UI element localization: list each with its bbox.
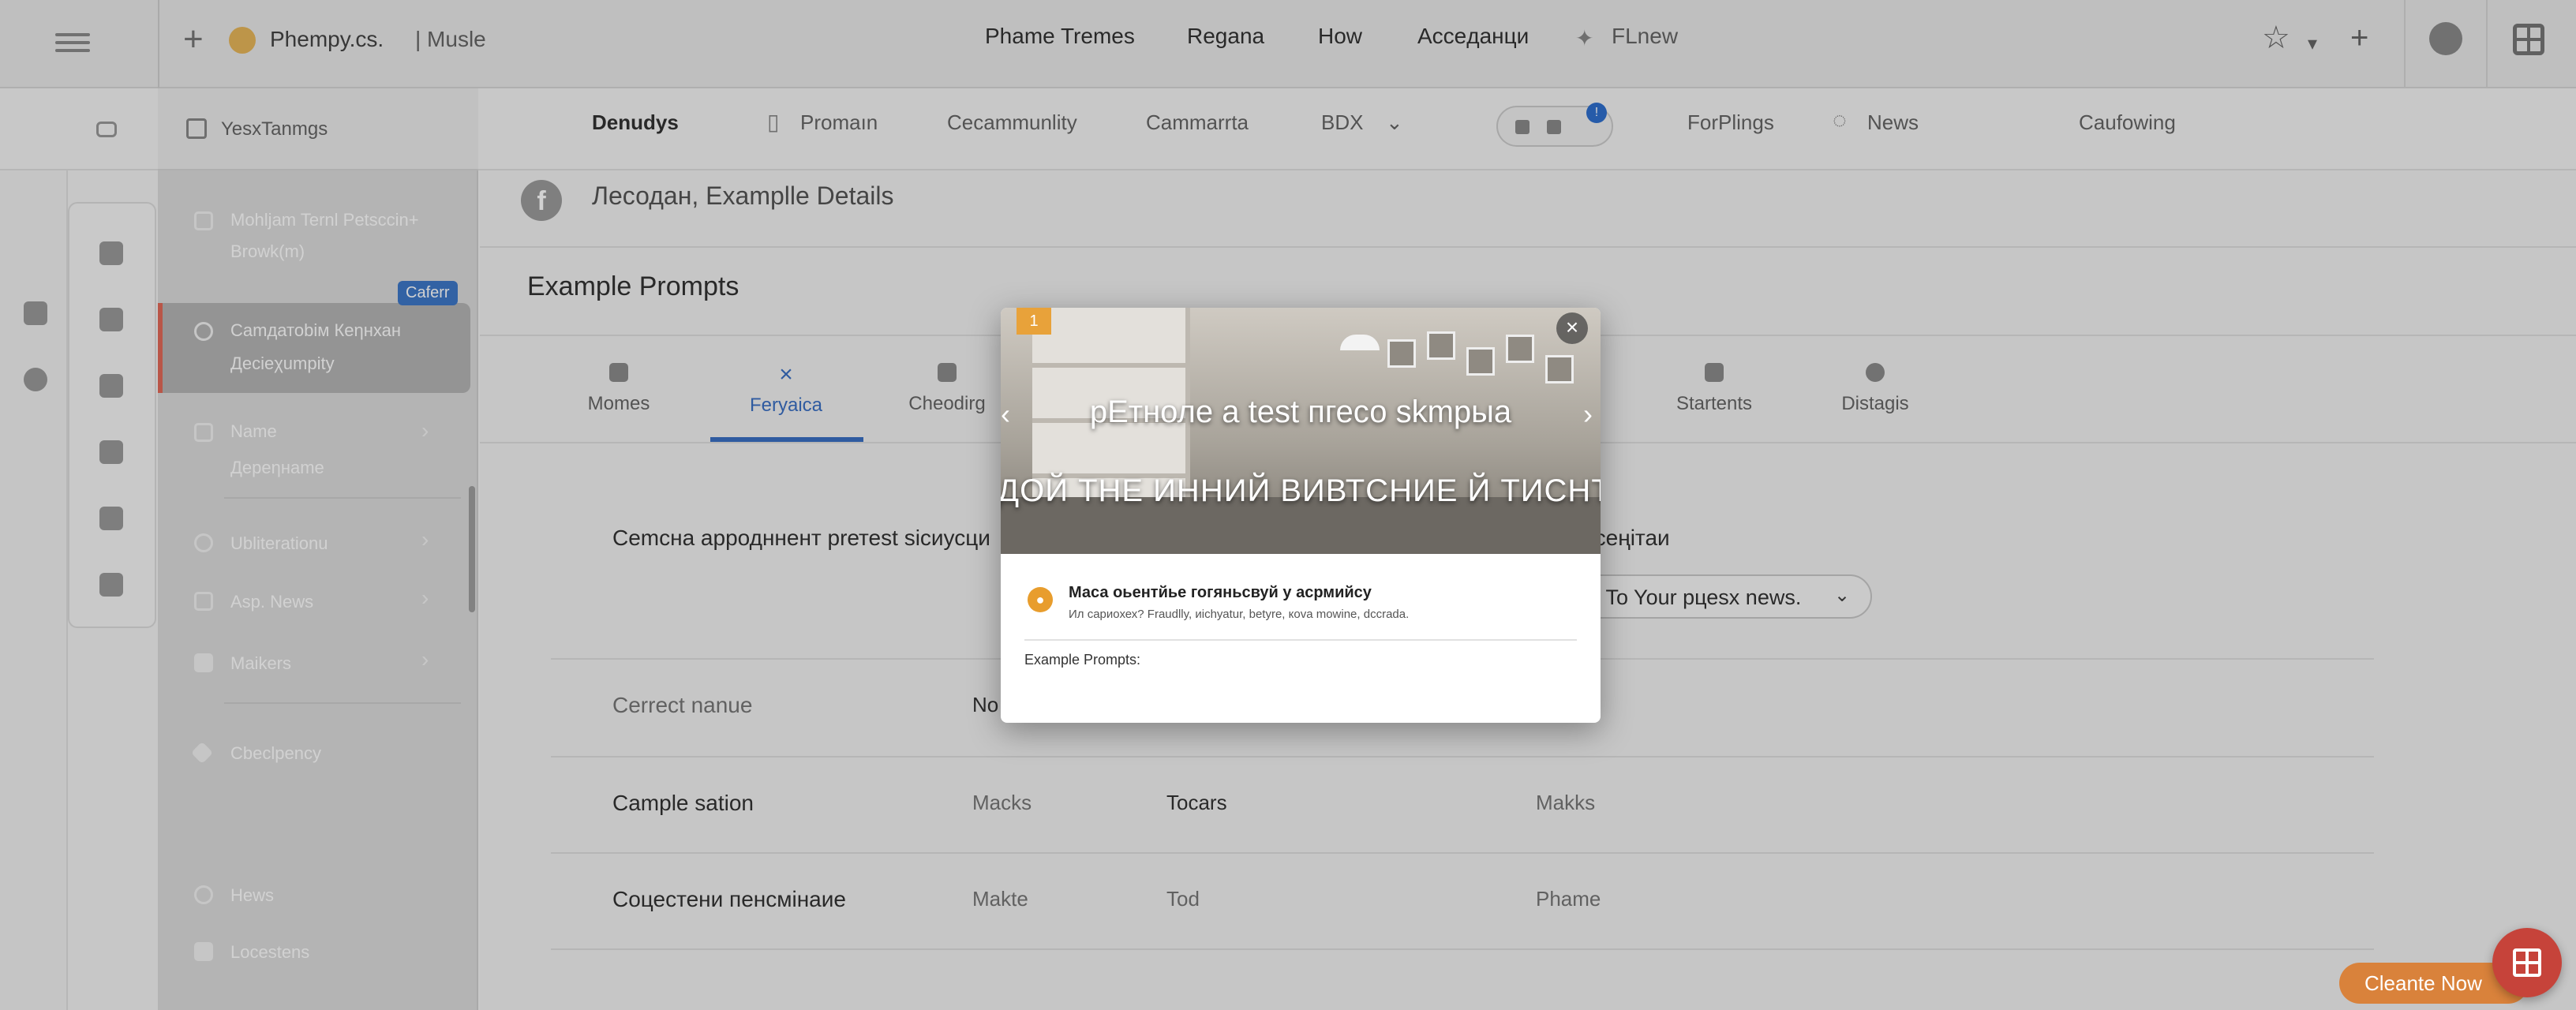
shelf-line [1032, 363, 1190, 368]
modal-subheadline: ДОЙ ТНЕ ИННИЙ ВИВТСНИЕ Й ТИСНТА [1001, 473, 1601, 508]
frame-graphic [1387, 339, 1416, 368]
frame-graphic [1545, 355, 1574, 383]
grid-icon [2513, 948, 2541, 977]
frame-graphic [1427, 331, 1455, 360]
frame-graphic [1466, 347, 1495, 376]
modal-info-text: Ил сариохех? Fraudlly, иісһуаtur, betyre… [1069, 608, 1410, 621]
close-button[interactable]: × [1556, 312, 1588, 344]
step-badge: 1 [1017, 308, 1051, 335]
modal-dialog: 1 × ‹ › рЕтноле a test пгесо skmpыa ДОЙ … [1001, 308, 1601, 723]
divider [1024, 639, 1577, 641]
modal-info-title: Маса оьентйье гогяньсвуй у асрмийсу [1069, 584, 1372, 601]
floating-action-button[interactable] [2492, 928, 2562, 997]
frame-graphic [1506, 335, 1534, 363]
user-icon: ● [1028, 587, 1053, 612]
hero-image: 1 × ‹ › рЕтноле a test пгесо skmpыa ДОЙ … [1001, 308, 1601, 554]
modal-headline: рЕтноле a test пгесо skmpыa [1089, 395, 1512, 429]
example-prompts-label: Example Prompts: [1024, 652, 1141, 668]
